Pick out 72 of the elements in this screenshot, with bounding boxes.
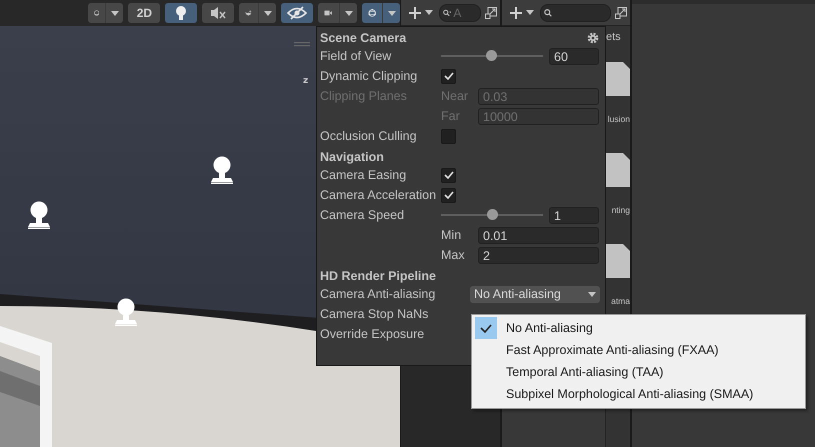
search-field[interactable]: A bbox=[439, 4, 481, 22]
search-icon bbox=[443, 8, 452, 18]
setting-label: Camera Stop NaNs bbox=[320, 307, 430, 321]
caret-icon bbox=[344, 10, 353, 16]
window-button[interactable] bbox=[615, 6, 630, 18]
lightbulb-icon bbox=[175, 5, 188, 21]
caret-icon bbox=[425, 10, 433, 15]
plus-icon bbox=[409, 6, 421, 18]
gizmos-toggle-button[interactable] bbox=[362, 3, 400, 23]
checkmark-icon bbox=[475, 317, 497, 339]
add-button[interactable] bbox=[508, 6, 536, 18]
shading-toggle-button[interactable] bbox=[88, 3, 124, 23]
number-field[interactable]: 0.01 bbox=[478, 226, 599, 244]
setting-label: Dynamic Clipping bbox=[320, 69, 418, 83]
slider-thumb[interactable] bbox=[487, 209, 498, 220]
checkbox[interactable] bbox=[441, 128, 456, 144]
setting-label: Camera Anti-aliasing bbox=[320, 287, 436, 301]
ball-stand-icon bbox=[208, 156, 236, 184]
effects-toggle-button[interactable] bbox=[239, 3, 276, 23]
checkbox[interactable] bbox=[441, 68, 456, 84]
caret-icon bbox=[526, 10, 534, 15]
menu-item[interactable]: Temporal Anti-aliasing (TAA) bbox=[475, 361, 802, 383]
search-icon bbox=[544, 8, 554, 18]
folder-label[interactable]: nting bbox=[612, 205, 630, 215]
visibility-toggle-button[interactable] bbox=[281, 3, 314, 23]
camera-toggle-button[interactable] bbox=[318, 3, 357, 23]
checkmark-icon bbox=[444, 171, 454, 179]
menu-item[interactable]: Fast Approximate Anti-aliasing (FXAA) bbox=[475, 339, 802, 361]
number-field[interactable]: 1 bbox=[549, 206, 599, 224]
search-input[interactable]: A bbox=[453, 6, 477, 20]
plus-icon bbox=[510, 6, 522, 18]
caret-icon bbox=[111, 10, 120, 16]
section-title: Scene Camera bbox=[320, 30, 406, 44]
setting-label: Camera Speed bbox=[320, 208, 406, 222]
eye-crossed-icon bbox=[287, 6, 308, 20]
window-button[interactable] bbox=[485, 6, 500, 18]
field-label: Max bbox=[441, 248, 466, 262]
caret-icon bbox=[264, 10, 272, 16]
slider-thumb[interactable] bbox=[486, 50, 497, 61]
menu-item[interactable]: No Anti-aliasing bbox=[475, 317, 802, 339]
caret-icon bbox=[588, 292, 596, 296]
ball-stand-icon bbox=[112, 298, 140, 326]
audio-toggle-button[interactable] bbox=[202, 3, 234, 23]
mode-2d-button[interactable]: 2D bbox=[128, 3, 160, 23]
section-title: HD Render Pipeline bbox=[320, 268, 436, 282]
checkmark-icon bbox=[444, 191, 454, 199]
checkbox[interactable] bbox=[441, 188, 456, 202]
caret-icon bbox=[388, 10, 396, 16]
folder-label[interactable]: lusion bbox=[608, 114, 630, 124]
settings-button[interactable] bbox=[587, 32, 599, 44]
ball-stand-icon bbox=[25, 201, 53, 229]
search-field[interactable] bbox=[540, 4, 611, 22]
checkbox[interactable] bbox=[441, 168, 456, 182]
section-title: Navigation bbox=[320, 150, 384, 164]
checkmark-icon bbox=[444, 72, 454, 80]
breadcrumb-text[interactable]: ets bbox=[606, 28, 621, 52]
add-button[interactable] bbox=[407, 6, 435, 18]
menu-item[interactable]: Subpixel Morphological Anti-aliasing (SMAA) bbox=[475, 383, 802, 405]
field-label: Min bbox=[441, 228, 462, 242]
setting-label: Camera Easing bbox=[320, 168, 408, 182]
speaker-muted-icon bbox=[210, 6, 226, 20]
settings-icon bbox=[587, 32, 599, 44]
number-field[interactable]: 2 bbox=[478, 246, 599, 264]
anti-aliasing-dropdown[interactable]: No Anti-aliasing bbox=[470, 286, 600, 302]
light-toggle-button[interactable] bbox=[165, 3, 198, 23]
folder-label[interactable]: atma bbox=[611, 296, 630, 306]
setting-label: Field of View bbox=[320, 49, 392, 63]
number-field[interactable]: 60 bbox=[549, 48, 599, 64]
axis-label: z bbox=[303, 76, 308, 86]
setting-label: Override Exposure bbox=[320, 327, 426, 341]
setting-label: Occlusion Culling bbox=[320, 129, 418, 143]
setting-label: Camera Acceleration bbox=[320, 188, 438, 202]
